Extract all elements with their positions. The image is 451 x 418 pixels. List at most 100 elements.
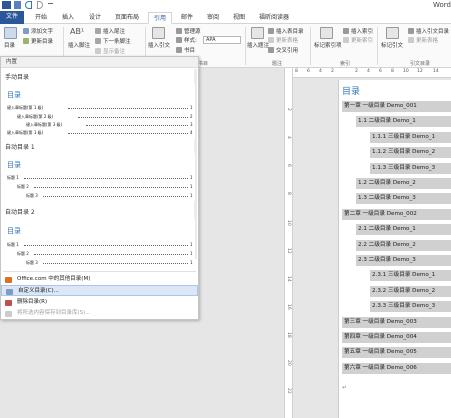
ruler-tick: 6 <box>379 69 382 74</box>
toc-style-manual[interactable]: 目录 键入章标题(第 1 级) 1 键入章标题(第 2 级) 2 键入章标题(第… <box>4 84 195 139</box>
separator <box>377 27 378 65</box>
tof-icon <box>268 28 274 34</box>
ruler-tick: 6 <box>307 69 310 74</box>
update-index-button[interactable]: 更新索引 <box>343 36 373 44</box>
thumb-leader <box>34 187 188 188</box>
toc-heading[interactable]: 目录 <box>342 84 360 97</box>
tab-mailings[interactable]: 邮件 <box>176 12 198 24</box>
mark-citation-button[interactable]: 标记引文 <box>381 41 403 49</box>
menu-separator <box>3 271 196 272</box>
app-title: Word <box>433 1 451 9</box>
vertical-ruler[interactable]: 2 4 6 8 10 12 14 16 18 20 22 <box>284 68 293 418</box>
thumb-title: 目录 <box>7 91 21 99</box>
tab-home[interactable]: 开始 <box>30 12 52 24</box>
customize-icon[interactable] <box>48 3 53 7</box>
toc-entry-level-3[interactable]: 1.1.2 三级目录 Demo_2 <box>370 147 451 159</box>
ruler-tick: 2 <box>331 69 334 74</box>
show-notes-button[interactable]: 显示备注 <box>95 47 125 55</box>
insert-index-button[interactable]: 插入索引 <box>343 27 373 35</box>
add-text-icon <box>23 28 29 34</box>
toc-entry-level-1[interactable]: 第六章 一级目录 Demo_006 <box>342 362 451 374</box>
ruler-tick: 8 <box>295 69 298 74</box>
toc-entry-level-1[interactable]: 第五章 一级目录 Demo_005 <box>342 347 451 359</box>
save-icon[interactable] <box>14 1 21 9</box>
toc-entry-level-3[interactable]: 1.1.1 三级目录 Demo_1 <box>370 131 451 143</box>
cross-reference-label: 交叉引用 <box>276 48 299 54</box>
toc-entry-level-3[interactable]: 2.3.1 三级目录 Demo_1 <box>370 270 451 282</box>
horizontal-ruler[interactable]: 8 6 4 2 2 4 6 8 10 12 14 <box>293 68 451 78</box>
tab-foxit-reader[interactable]: 福昕阅读器 <box>254 12 294 24</box>
next-footnote-icon <box>95 38 101 44</box>
thumb-leader <box>24 245 188 246</box>
gallery-section-label: 自动目录 1 <box>5 144 35 151</box>
group-captions-label: 题注 <box>272 61 283 67</box>
menu-more-from-office[interactable]: Office.com 中的其他目录(M) <box>1 274 198 285</box>
toc-entry-level-1[interactable]: 第一章 一级目录 Demo_001 <box>342 101 451 112</box>
manage-sources-button[interactable]: 管理源 <box>176 27 201 35</box>
toc-entry-level-2[interactable]: 1.3 二级目录 Demo_3 <box>356 193 451 205</box>
thumb-leader <box>34 254 188 255</box>
tab-design[interactable]: 设计 <box>84 12 106 24</box>
tab-file[interactable]: 文件 <box>0 11 25 24</box>
insert-toa-button[interactable]: 插入引文目录 <box>408 27 449 35</box>
gallery-section-label: 手动目录 <box>5 74 30 81</box>
cross-reference-button[interactable]: 交叉引用 <box>268 46 298 54</box>
toc-entry-level-2[interactable]: 2.2 二级目录 Demo_2 <box>356 239 451 251</box>
style-icon <box>176 37 182 43</box>
insert-index-icon <box>343 28 349 34</box>
ruler-tick: 10 <box>286 220 291 226</box>
menu-save-selection[interactable]: 将所选内容保存到目录库(S)... <box>1 308 198 319</box>
style-label: 样式: <box>176 36 197 44</box>
toc-button[interactable]: 目录 <box>4 41 15 49</box>
thumb-line: 标题 2 <box>17 251 29 256</box>
toc-entry-level-3[interactable]: 2.3.3 三级目录 Demo_3 <box>370 301 451 313</box>
insert-citation-button[interactable]: 插入引文 <box>148 41 170 49</box>
bibliography-button[interactable]: 书目 <box>176 46 195 54</box>
insert-endnote-button[interactable]: 插入尾注 <box>95 27 125 35</box>
toc-entry-level-3[interactable]: 2.3.2 三级目录 Demo_2 <box>370 285 451 297</box>
add-text-button[interactable]: 添加文字 <box>23 27 53 35</box>
update-toc-button[interactable]: 更新目录 <box>23 37 53 45</box>
toc-entry-level-1[interactable]: 第二章 一级目录 Demo_002 <box>342 208 451 220</box>
update-table2-button[interactable]: 更新表格 <box>408 36 438 44</box>
insert-tof-button[interactable]: 插入表目录 <box>268 27 304 35</box>
menu-label: 自定义目录(C)... <box>18 288 59 294</box>
toc-entry-level-1[interactable]: 第三章 一级目录 Demo_003 <box>342 316 451 328</box>
style-select[interactable]: APA <box>203 36 241 44</box>
tab-insert[interactable]: 插入 <box>57 12 79 24</box>
thumb-num: 2 <box>190 114 193 119</box>
thumb-line: 键入章标题(第 1 级) <box>7 105 44 110</box>
toc-style-auto-2[interactable]: 目录 标题 1 1 标题 2 1 标题 3 1 <box>4 219 195 269</box>
thumb-num: 1 <box>190 242 193 247</box>
toc-style-auto-1[interactable]: 目录 标题 1 1 标题 2 1 标题 3 1 <box>4 153 195 201</box>
separator <box>245 27 246 65</box>
undo-icon[interactable] <box>25 1 32 9</box>
bibliography-label: 书目 <box>184 48 196 54</box>
menu-label: 删除目录(R) <box>17 299 48 305</box>
show-notes-label: 显示备注 <box>103 49 126 55</box>
tab-view[interactable]: 视图 <box>228 12 250 24</box>
menu-remove-toc[interactable]: 删除目录(R) <box>1 297 198 308</box>
menu-custom-toc[interactable]: 自定义目录(C)... <box>1 285 198 296</box>
ruler-tick: 20 <box>286 360 291 366</box>
manage-sources-icon <box>176 28 182 34</box>
next-footnote-button[interactable]: 下一条脚注 <box>95 37 131 45</box>
redo-icon[interactable] <box>37 1 43 9</box>
toc-entry-level-2[interactable]: 1.2 二级目录 Demo_2 <box>356 178 451 189</box>
update-table-button[interactable]: 更新表格 <box>268 36 298 44</box>
mark-entry-button[interactable]: 标记索引项 <box>314 41 342 49</box>
tab-page-layout[interactable]: 页面布局 <box>110 12 144 24</box>
next-footnote-label: 下一条脚注 <box>103 39 131 45</box>
insert-caption-button[interactable]: 插入题注 <box>247 41 269 49</box>
cross-reference-icon <box>268 47 274 53</box>
toc-entry-level-2[interactable]: 1.1 二级目录 Demo_1 <box>356 116 451 128</box>
ribbon-tabs: 文件 开始 插入 设计 页面布局 引用 邮件 审阅 视图 福昕阅读器 <box>0 11 451 24</box>
insert-footnote-button[interactable]: 插入脚注 <box>68 41 90 49</box>
toc-entry-level-2[interactable]: 2.1 二级目录 Demo_1 <box>356 224 451 236</box>
ruler-tick: 8 <box>286 192 291 195</box>
toc-entry-level-2[interactable]: 2.3 二级目录 Demo_3 <box>356 255 451 266</box>
toc-entry-level-3[interactable]: 1.1.3 三级目录 Demo_3 <box>370 162 451 174</box>
tab-references[interactable]: 引用 <box>148 12 173 24</box>
toc-entry-level-1[interactable]: 第四章 一级目录 Demo_004 <box>342 332 451 343</box>
tab-review[interactable]: 审阅 <box>202 12 224 24</box>
